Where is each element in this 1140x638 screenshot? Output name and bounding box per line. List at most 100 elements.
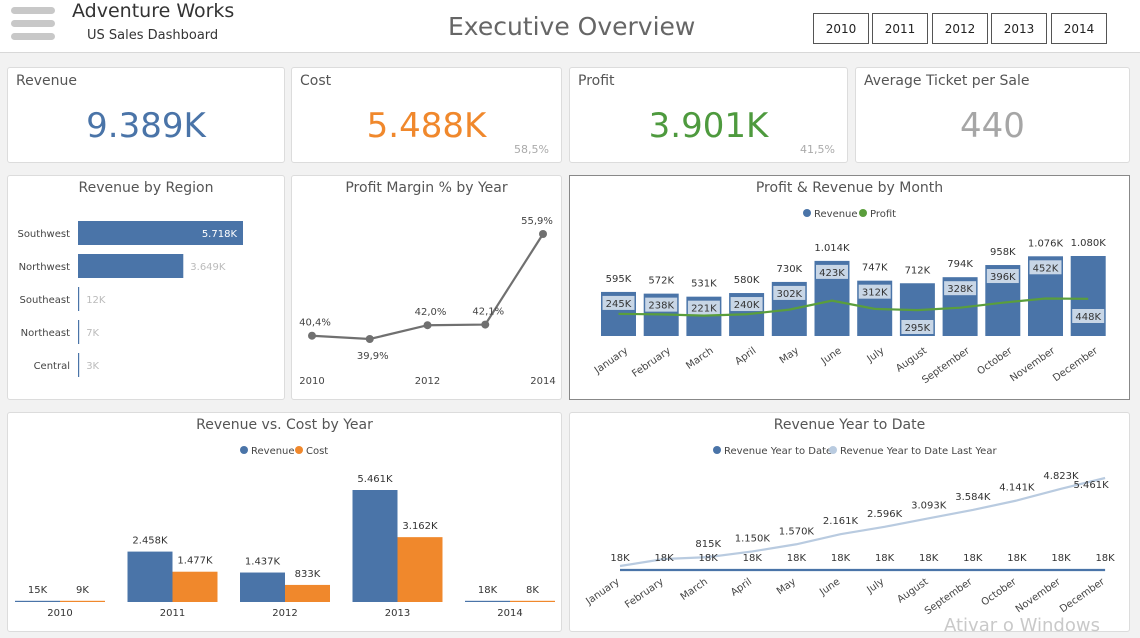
- month-revenue-bar: [1070, 256, 1106, 336]
- hamburger-menu-icon[interactable]: [11, 7, 55, 47]
- cost-bar: [172, 571, 218, 602]
- kpi-card-revenue[interactable]: Revenue 9.389K: [7, 67, 285, 163]
- month-profit-label: 295K: [905, 323, 931, 334]
- cost-data-label: 9K: [76, 585, 89, 596]
- kpi-card-average-ticket[interactable]: Average Ticket per Sale 440: [855, 67, 1130, 163]
- margin-point: [423, 321, 432, 330]
- region-data-label: 3K: [86, 361, 99, 372]
- cost-data-label: 8K: [526, 585, 539, 596]
- chart-profit-margin-by-year[interactable]: Profit Margin % by Year 40,4% 2010 39,9% 42…: [291, 175, 562, 400]
- year-x-tick-label: 2013: [385, 608, 410, 619]
- revenue-bar: [352, 490, 398, 602]
- ytd-x-tick-label: December: [1058, 576, 1108, 615]
- region-bar: [78, 254, 184, 278]
- revcost-bar-chart: Revenue Cost 15K 9K 2010 2.458K 1.477K 2011 1.43…: [15, 446, 555, 619]
- cost-data-label: 3.162K: [402, 521, 438, 532]
- month-profit-label: 452K: [1033, 263, 1059, 274]
- year-button-2013[interactable]: 2013: [991, 13, 1047, 44]
- region-data-label: 3.649K: [190, 262, 226, 273]
- ytd-last-year-data-label: 815K: [695, 539, 721, 550]
- kpi-label: Cost: [300, 73, 332, 89]
- month-revenue-label: 595K: [606, 274, 632, 285]
- chart-revenue-vs-cost-by-year[interactable]: Revenue vs. Cost by Year Revenue Cost 15K 9…: [7, 412, 562, 632]
- cost-bar: [60, 600, 105, 602]
- chart-revenue-by-region[interactable]: Revenue by Region Southwest 5.718K Northwe…: [7, 175, 285, 400]
- kpi-card-profit[interactable]: Profit 3.901K 41,5%: [569, 67, 848, 163]
- month-profit-label: 240K: [734, 300, 760, 311]
- margin-data-label: 40,4%: [299, 318, 331, 329]
- kpi-card-cost[interactable]: Cost 5.488K 58,5%: [291, 67, 562, 163]
- margin-data-label: 42,0%: [415, 307, 447, 318]
- month-x-tick-label: November: [1008, 345, 1058, 384]
- year-button-2012[interactable]: 2012: [932, 13, 988, 44]
- cost-bar: [397, 537, 443, 602]
- ytd-x-tick-label: March: [679, 576, 710, 602]
- region-data-label: 7K: [86, 328, 99, 339]
- revenue-data-label: 5.461K: [357, 474, 393, 485]
- ytd-data-label: 18K: [919, 553, 939, 564]
- ytd-x-tick-label: February: [623, 576, 666, 610]
- year-x-tick-label: 2010: [47, 608, 72, 619]
- month-x-tick-label: June: [819, 345, 844, 367]
- legend-label-revenue: Revenue: [251, 446, 295, 457]
- ytd-x-tick-label: April: [729, 576, 754, 598]
- ytd-x-tick-label: June: [817, 576, 842, 598]
- ytd-last-year-data-label: 2.161K: [823, 516, 859, 527]
- region-category-label: Central: [34, 361, 70, 372]
- ytd-data-label: 18K: [787, 553, 807, 564]
- revenue-data-label: 18K: [478, 585, 498, 596]
- legend-dot-ytd-last-year: [829, 446, 837, 454]
- ytd-data-label: 18K: [875, 553, 895, 564]
- region-category-label: Southeast: [20, 295, 71, 306]
- month-x-tick-label: May: [778, 345, 801, 366]
- year-button-2014[interactable]: 2014: [1051, 13, 1107, 44]
- month-profit-label: 312K: [862, 288, 888, 299]
- ytd-data-label: 18K: [610, 553, 630, 564]
- kpi-value: 9.389K: [86, 106, 206, 146]
- ytd-data-label: 18K: [699, 553, 719, 564]
- month-profit-label: 423K: [819, 268, 845, 279]
- month-revenue-label: 531K: [691, 279, 717, 290]
- chart-revenue-year-to-date[interactable]: Revenue Year to Date Revenue Year to Dat…: [569, 412, 1130, 632]
- margin-point: [365, 335, 374, 343]
- ytd-last-year-data-label: 3.093K: [911, 500, 947, 511]
- legend-label-ytd-last-year: Revenue Year to Date Last Year: [840, 446, 997, 457]
- month-revenue-label: 958K: [990, 247, 1016, 258]
- app-title: Adventure Works: [72, 0, 235, 22]
- year-button-2011[interactable]: 2011: [872, 13, 928, 44]
- ytd-x-tick-label: July: [864, 576, 886, 596]
- kpi-label: Revenue: [16, 73, 77, 89]
- ytd-last-year-data-label: 2.596K: [867, 509, 903, 520]
- ytd-last-year-data-label: 5.461K: [1074, 480, 1110, 491]
- region-bar: [78, 287, 80, 311]
- revenue-data-label: 2.458K: [132, 536, 168, 547]
- region-bar-chart: Southwest 5.718K Northwest 3.649K Southeast 1…: [17, 221, 243, 377]
- month-x-tick-label: January: [592, 345, 630, 376]
- month-profit-label: 238K: [648, 301, 674, 312]
- year-button-2010[interactable]: 2010: [813, 13, 869, 44]
- month-x-tick-label: March: [684, 345, 715, 371]
- revenue-bar: [465, 600, 510, 602]
- month-revenue-label: 1.080K: [1071, 238, 1107, 249]
- ytd-x-tick-label: October: [980, 576, 1020, 608]
- ytd-x-tick-label: May: [775, 576, 798, 597]
- margin-line-chart: 40,4% 2010 39,9% 42,0% 2012 42,1% 55,9% 2014: [299, 216, 556, 387]
- month-x-tick-label: September: [920, 345, 972, 386]
- kpi-label: Profit: [578, 73, 615, 89]
- margin-x-tick-label: 2010: [299, 376, 324, 387]
- month-revenue-label: 572K: [648, 276, 674, 287]
- margin-data-label: 55,9%: [521, 216, 553, 227]
- month-x-tick-label: October: [975, 345, 1015, 377]
- month-revenue-label: 1.076K: [1028, 238, 1064, 249]
- margin-point: [308, 331, 316, 340]
- revenue-data-label: 15K: [28, 585, 48, 596]
- month-profit-label: 328K: [947, 284, 973, 295]
- ytd-x-tick-label: August: [895, 576, 930, 605]
- chart-profit-revenue-by-month[interactable]: Profit & Revenue by Month Revenue Profit 5…: [569, 175, 1130, 400]
- legend-label-ytd: Revenue Year to Date: [724, 446, 832, 457]
- kpi-value: 440: [960, 106, 1025, 146]
- month-revenue-label: 730K: [776, 264, 802, 275]
- ytd-data-label: 18K: [743, 553, 763, 564]
- month-profit-label: 396K: [990, 272, 1016, 283]
- ytd-line-chart: Revenue Year to Date Revenue Year to Date…: [584, 446, 1115, 617]
